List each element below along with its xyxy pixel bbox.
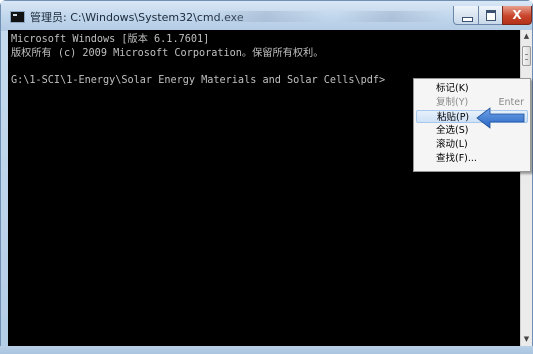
blurred-tab-text <box>336 11 446 22</box>
blurred-tab-text <box>206 11 326 22</box>
scroll-down-icon[interactable]: ▼ <box>521 333 532 346</box>
arrow-pointer-icon <box>476 107 525 129</box>
scroll-up-icon[interactable]: ▲ <box>521 30 532 43</box>
cmd-app-icon[interactable] <box>10 11 25 23</box>
title-bar[interactable]: 管理员: C:\Windows\System32\cmd.exe X <box>1 1 532 31</box>
scroll-thumb[interactable] <box>522 46 531 66</box>
menu-item-mark[interactable]: 标记(K) <box>416 82 528 95</box>
minimize-button[interactable] <box>453 6 479 25</box>
menu-item-find[interactable]: 查找(F)... <box>416 152 528 165</box>
close-button[interactable]: X <box>502 6 532 25</box>
menu-item-scroll[interactable]: 滚动(L) <box>416 138 528 151</box>
command-prompt: G:\1-SCI\1-Energy\Solar Energy Materials… <box>11 74 386 86</box>
console-line: 版权所有 (c) 2009 Microsoft Corporation。保留所有… <box>11 47 324 59</box>
maximize-button[interactable] <box>478 6 503 25</box>
close-icon: X <box>512 8 522 22</box>
window-bottom-border <box>0 346 533 354</box>
console-line: Microsoft Windows [版本 6.1.7601] <box>11 34 210 45</box>
